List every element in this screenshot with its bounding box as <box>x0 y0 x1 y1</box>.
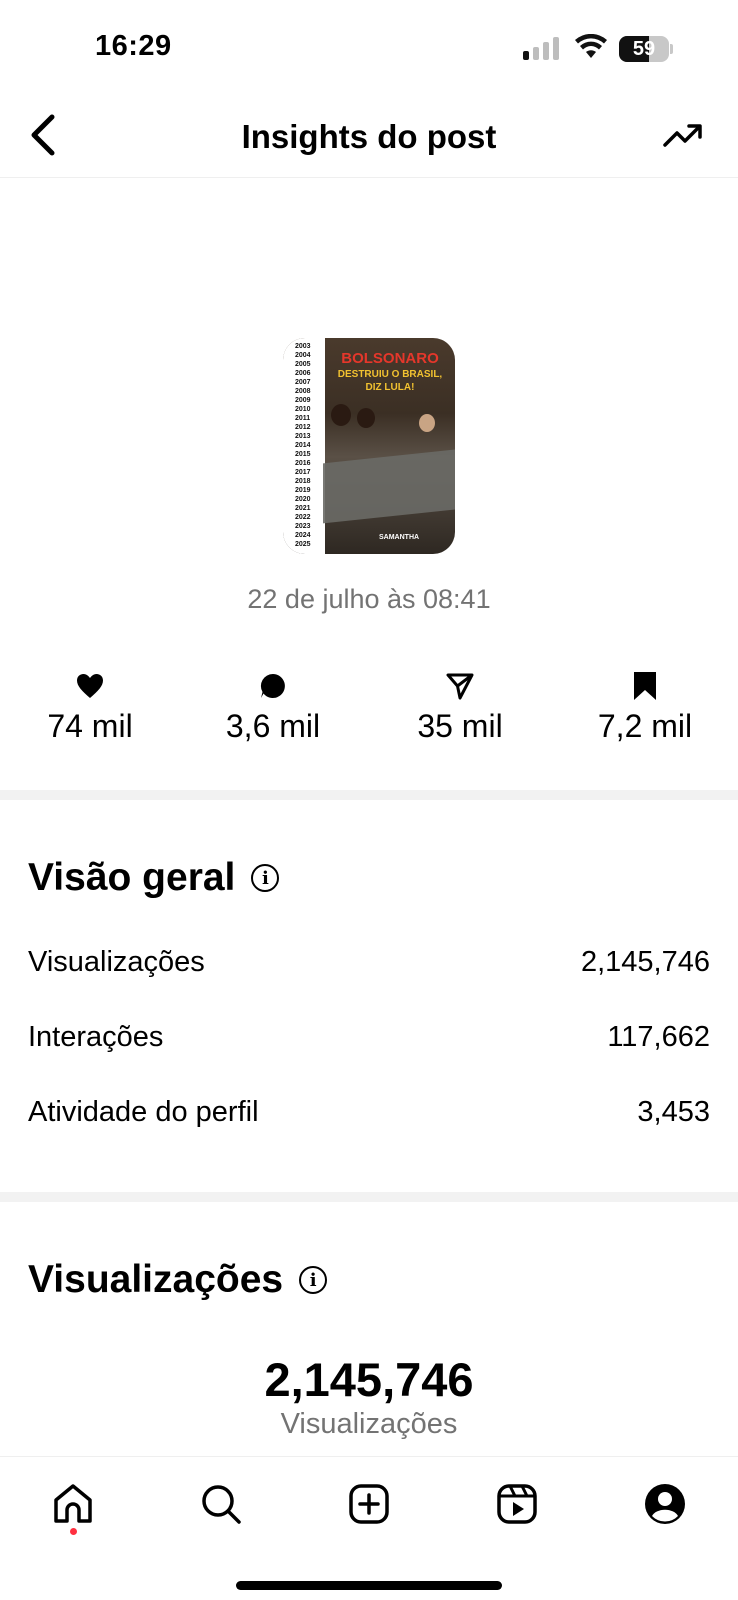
stat-saves: 7,2 mil <box>575 670 715 745</box>
stat-likes: 74 mil <box>20 670 160 745</box>
info-icon[interactable]: i <box>299 1266 328 1294</box>
home-indicator[interactable] <box>236 1581 502 1590</box>
views-total-label: Visualizações <box>280 1408 458 1440</box>
nav-home[interactable] <box>48 1479 98 1529</box>
views-title: Visualizações <box>28 1258 284 1301</box>
reels-icon <box>497 1484 537 1524</box>
header: Insights do post <box>0 100 738 178</box>
trending-up-icon <box>663 124 702 147</box>
views-section-title: Visualizações i <box>28 1258 328 1302</box>
cellular-signal-icon <box>523 37 559 60</box>
page-title: Insights do post <box>241 118 497 155</box>
nav-reels[interactable] <box>492 1479 542 1529</box>
overview-section-title: Visão geral i <box>28 856 280 900</box>
info-icon[interactable]: i <box>251 864 280 892</box>
create-icon <box>349 1484 389 1524</box>
battery-percent: 59 <box>632 38 656 60</box>
battery-icon: 59 <box>619 36 673 62</box>
metric-label: Visualizações <box>28 946 205 978</box>
metric-value: 117,662 <box>607 1021 710 1053</box>
wifi-icon <box>575 34 607 58</box>
bottom-navigation <box>0 1456 738 1600</box>
thumbnail-person <box>357 408 375 428</box>
metric-label: Interações <box>28 1021 164 1053</box>
search-icon <box>202 1485 241 1524</box>
overview-title: Visão geral <box>28 856 236 899</box>
stat-comments: 3,6 mil <box>203 670 343 745</box>
thumbnail-person <box>419 414 435 432</box>
home-icon <box>54 1484 92 1523</box>
status-bar: 16:29 59 <box>0 0 738 100</box>
thumbnail-brand: SAMANTHA <box>379 534 420 541</box>
share-icon <box>446 673 474 700</box>
saves-count: 7,2 mil <box>597 708 693 744</box>
metric-row-views[interactable]: Visualizações 2,145,746 <box>28 946 710 986</box>
section-divider <box>0 1192 738 1202</box>
nav-search[interactable] <box>196 1479 246 1529</box>
thumbnail-years: 2003 2004 2005 2006 2007 2008 2009 2010 … <box>283 338 325 554</box>
notification-dot <box>70 1528 77 1535</box>
metric-label: Atividade do perfil <box>28 1096 259 1128</box>
nav-profile[interactable] <box>640 1479 690 1529</box>
heart-icon <box>77 674 103 698</box>
thumbnail-subheadline: DESTRUIU O BRASIL, DIZ LULA! <box>337 369 443 393</box>
comments-count: 3,6 mil <box>225 708 321 744</box>
engagement-stats: 74 mil 3,6 mil 35 mil 7,2 mil <box>0 670 738 750</box>
nav-create[interactable] <box>344 1479 394 1529</box>
stat-shares: 35 mil <box>390 670 530 745</box>
comment-icon <box>260 673 285 698</box>
trends-button[interactable] <box>660 112 706 158</box>
metric-value: 2,145,746 <box>580 946 710 978</box>
metric-row-profile-activity[interactable]: Atividade do perfil 3,453 <box>28 1096 710 1136</box>
thumbnail-person <box>331 404 351 426</box>
shares-count: 35 mil <box>417 708 503 744</box>
post-thumbnail[interactable]: 2003 2004 2005 2006 2007 2008 2009 2010 … <box>283 338 455 554</box>
status-time: 16:29 <box>95 30 172 62</box>
likes-count: 74 mil <box>47 708 133 744</box>
views-total: 2,145,746 <box>264 1353 474 1406</box>
bookmark-icon <box>634 672 656 700</box>
thumbnail-headline: BOLSONARO <box>341 350 439 367</box>
thumbnail-table-shape <box>323 448 455 524</box>
profile-icon <box>645 1484 685 1524</box>
section-divider <box>0 790 738 800</box>
metric-row-interactions[interactable]: Interações 117,662 <box>28 1021 710 1061</box>
metric-value: 3,453 <box>637 1096 710 1128</box>
post-date: 22 de julho às 08:41 <box>247 584 491 614</box>
